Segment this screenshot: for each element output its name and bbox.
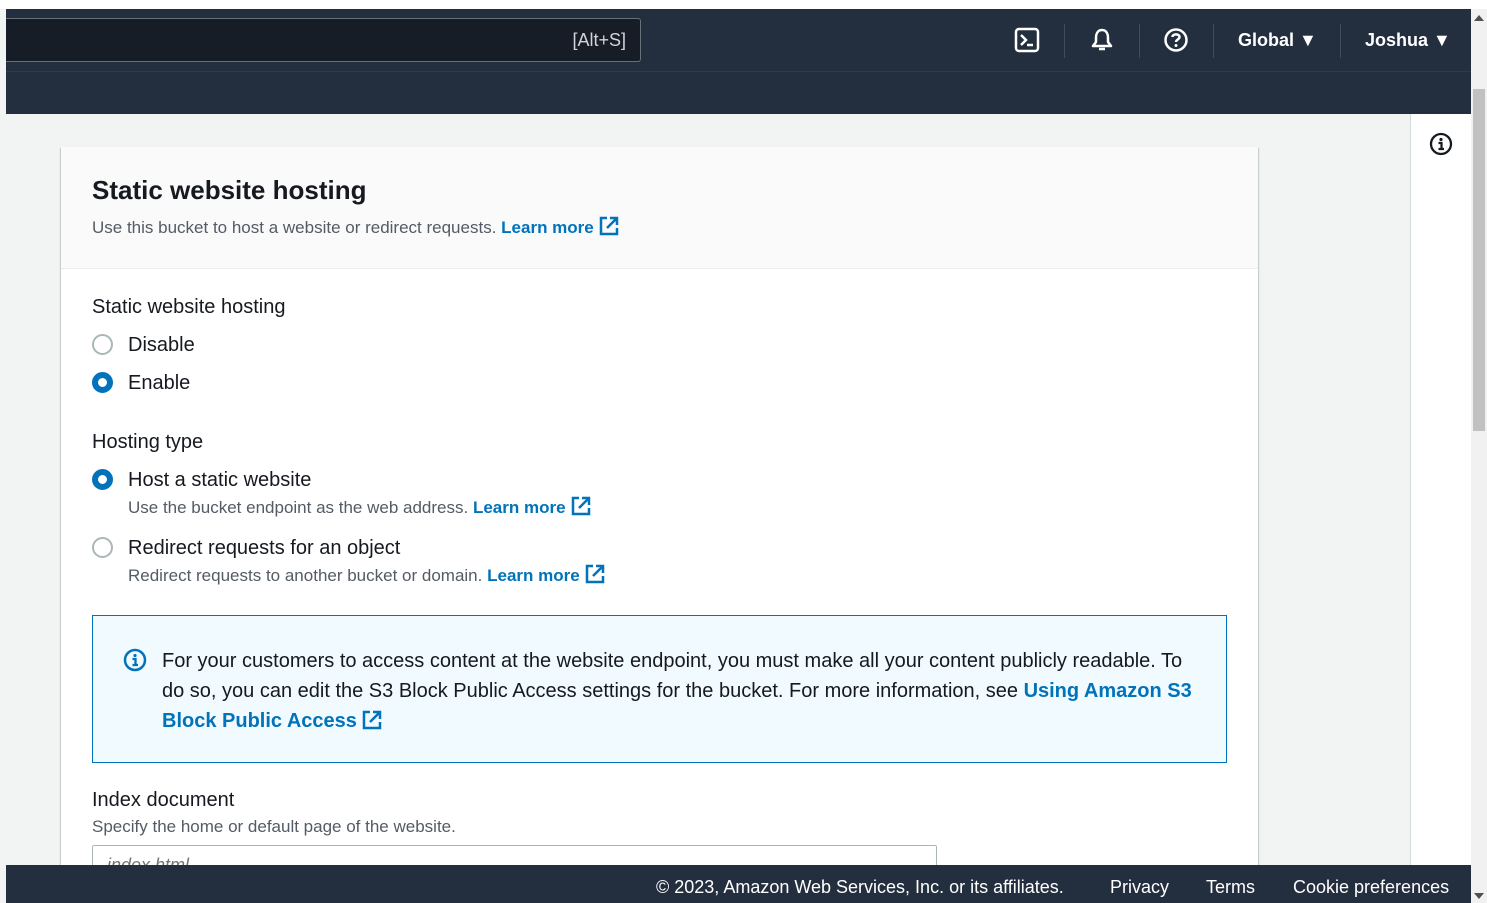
help-panel-rail bbox=[1410, 114, 1471, 865]
index-document-input[interactable] bbox=[92, 845, 937, 865]
radio-disable[interactable]: Disable bbox=[92, 334, 195, 356]
radio-redirect-requests[interactable]: Redirect requests for an object Redirect… bbox=[92, 537, 606, 586]
user-menu[interactable]: Joshua ▼ bbox=[1365, 9, 1451, 71]
option-description: Redirect requests to another bucket or d… bbox=[128, 563, 606, 586]
scroll-thumb[interactable] bbox=[1473, 89, 1485, 431]
panel-description: Use this bucket to host a website or red… bbox=[92, 215, 620, 238]
info-icon[interactable] bbox=[1429, 132, 1453, 156]
terms-link[interactable]: Terms bbox=[1206, 877, 1255, 898]
main-content: Static website hosting Use this bucket t… bbox=[6, 114, 1410, 865]
info-icon bbox=[123, 648, 147, 672]
top-navigation: [Alt+S] Global ▼ Joshua ▼ bbox=[6, 9, 1471, 71]
radio-button[interactable] bbox=[92, 334, 113, 355]
help-icon[interactable] bbox=[1163, 9, 1189, 71]
radio-button[interactable] bbox=[92, 537, 113, 558]
vertical-scrollbar[interactable] bbox=[1471, 9, 1487, 903]
public-access-info-alert: For your customers to access content at … bbox=[92, 615, 1227, 763]
region-selector[interactable]: Global ▼ bbox=[1238, 9, 1317, 71]
nav-separator bbox=[1064, 24, 1065, 58]
external-link-icon bbox=[585, 564, 604, 584]
secondary-navigation bbox=[6, 71, 1471, 114]
window-top-strip bbox=[0, 0, 1487, 9]
footer: © 2023, Amazon Web Services, Inc. or its… bbox=[6, 865, 1471, 903]
scroll-down-arrow[interactable] bbox=[1474, 893, 1484, 899]
privacy-link[interactable]: Privacy bbox=[1110, 877, 1169, 898]
radio-host-static-website[interactable]: Host a static website Use the bucket end… bbox=[92, 469, 592, 518]
nav-separator bbox=[1139, 24, 1140, 58]
learn-more-link[interactable]: Learn more bbox=[487, 564, 606, 585]
external-link-icon bbox=[571, 496, 590, 516]
external-link-icon bbox=[599, 216, 618, 236]
copyright-text: © 2023, Amazon Web Services, Inc. or its… bbox=[656, 877, 1064, 897]
cloudshell-icon[interactable] bbox=[1014, 9, 1040, 71]
radio-enable[interactable]: Enable bbox=[92, 372, 190, 394]
cookie-preferences-link[interactable]: Cookie preferences bbox=[1293, 877, 1449, 898]
index-document-description: Specify the home or default page of the … bbox=[92, 817, 456, 836]
panel-title: Static website hosting bbox=[92, 175, 367, 205]
option-description: Use the bucket endpoint as the web addre… bbox=[128, 495, 592, 518]
radio-button[interactable] bbox=[92, 469, 113, 490]
bell-icon[interactable] bbox=[1089, 9, 1115, 71]
hosting-type-label: Hosting type bbox=[92, 431, 204, 453]
external-link-icon bbox=[362, 710, 382, 730]
hosting-label: Static website hosting bbox=[92, 296, 286, 318]
radio-button[interactable] bbox=[92, 372, 113, 393]
panel-header: Static website hosting Use this bucket t… bbox=[61, 147, 1258, 269]
learn-more-link[interactable]: Learn more bbox=[501, 216, 620, 237]
scroll-up-arrow[interactable] bbox=[1474, 15, 1484, 21]
alert-message: For your customers to access content at … bbox=[162, 650, 1192, 732]
nav-separator bbox=[1213, 24, 1214, 58]
search-shortcut-hint: [Alt+S] bbox=[572, 30, 626, 50]
search-bar[interactable]: [Alt+S] bbox=[6, 18, 641, 62]
nav-separator bbox=[1340, 24, 1341, 58]
index-document-label: Index document bbox=[92, 789, 235, 811]
static-website-hosting-panel: Static website hosting Use this bucket t… bbox=[61, 147, 1258, 865]
learn-more-link[interactable]: Learn more bbox=[473, 496, 592, 517]
